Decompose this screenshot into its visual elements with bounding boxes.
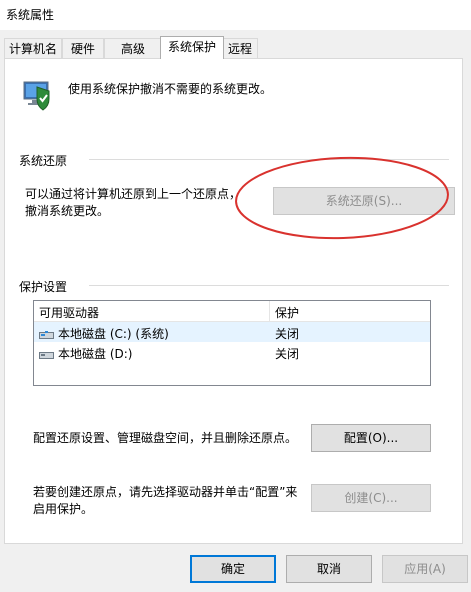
tab-remote[interactable]: 远程 (222, 38, 258, 58)
title-bar: 系统属性 (0, 0, 471, 30)
column-separator[interactable] (269, 301, 270, 321)
tab-advanced[interactable]: 高级 (104, 38, 162, 58)
header-description: 使用系统保护撤消不需要的系统更改。 (68, 82, 273, 96)
column-header-drive[interactable]: 可用驱动器 (39, 304, 99, 321)
tab-label: 计算机名 (8, 42, 57, 56)
system-protection-panel: 使用系统保护撤消不需要的系统更改。 系统还原 可以通过将计算机还原到上一个还原点… (4, 58, 463, 544)
tab-label: 系统保护 (167, 40, 216, 54)
system-restore-text: 可以通过将计算机还原到上一个还原点，撤消系统更改。 (25, 187, 242, 218)
configure-text: 配置还原设置、管理磁盘空间，并且删除还原点。 (33, 431, 298, 445)
ok-button[interactable]: 确定 (190, 555, 276, 583)
drive-row[interactable]: 本地磁盘 (C:) (系统) 关闭 (34, 322, 430, 342)
cancel-button[interactable]: 取消 (286, 555, 372, 583)
drive-list[interactable]: 可用驱动器 保护 本地磁盘 (C:) (系统) 关闭 本地磁盘 (D:) 关闭 (33, 300, 431, 386)
system-protection-icon (19, 77, 55, 113)
create-text: 若要创建还原点，请先选择驱动器并单击“配置”来启用保护。 (33, 485, 298, 516)
tab-system-protection[interactable]: 系统保护 (160, 36, 224, 59)
tab-label: 高级 (120, 42, 145, 56)
tab-strip: 计算机名 硬件 高级 系统保护 远程 (0, 36, 471, 60)
drive-row[interactable]: 本地磁盘 (D:) 关闭 (34, 342, 430, 362)
annotation-circle (235, 156, 449, 240)
drive-name: 本地磁盘 (C:) (系统) (58, 327, 169, 341)
column-header-protection[interactable]: 保护 (275, 304, 299, 321)
protection-status: 关闭 (275, 347, 300, 361)
apply-button[interactable]: 应用(A) (382, 555, 468, 583)
tab-label: 硬件 (70, 42, 95, 56)
protection-settings-group-label: 保护设置 (19, 280, 68, 294)
drive-icon (39, 348, 54, 359)
create-button[interactable]: 创建(C)... (311, 484, 431, 512)
system-restore-group-label: 系统还原 (19, 154, 68, 168)
configure-button[interactable]: 配置(O)... (311, 424, 431, 452)
tab-computer-name[interactable]: 计算机名 (4, 38, 62, 58)
drive-name: 本地磁盘 (D:) (58, 347, 133, 361)
window-title: 系统属性 (6, 8, 55, 22)
tab-label: 远程 (227, 42, 252, 56)
group-divider (89, 285, 449, 286)
drive-icon (39, 328, 54, 339)
list-header: 可用驱动器 保护 (34, 301, 430, 322)
protection-status: 关闭 (275, 327, 300, 341)
tab-hardware[interactable]: 硬件 (62, 38, 104, 58)
